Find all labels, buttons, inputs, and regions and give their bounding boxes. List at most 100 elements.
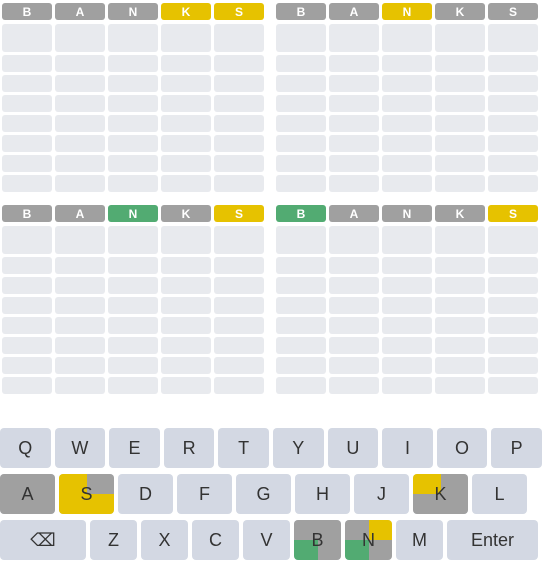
empty-row	[0, 297, 266, 314]
empty-cell	[108, 257, 158, 274]
empty-cell	[2, 175, 52, 192]
empty-cell	[435, 226, 485, 254]
empty-row	[0, 55, 266, 72]
empty-cell	[488, 95, 538, 112]
key-v[interactable]: V	[243, 520, 290, 560]
empty-cell	[435, 175, 485, 192]
empty-cell	[329, 24, 379, 52]
key-label: H	[316, 483, 329, 504]
key-l[interactable]: L	[472, 474, 527, 514]
empty-cell	[161, 357, 211, 374]
key-y[interactable]: Y	[272, 428, 324, 468]
empty-cell	[161, 135, 211, 152]
empty-cell	[435, 377, 485, 394]
guess-tile: A	[329, 205, 379, 222]
empty-cell	[108, 175, 158, 192]
key-r[interactable]: R	[163, 428, 215, 468]
key-b[interactable]: B	[294, 520, 341, 560]
empty-cell	[329, 277, 379, 294]
key-x[interactable]: X	[141, 520, 188, 560]
empty-cell	[329, 226, 379, 254]
key-f[interactable]: F	[177, 474, 232, 514]
empty-cell	[55, 175, 105, 192]
empty-cell	[55, 357, 105, 374]
empty-cell	[435, 55, 485, 72]
backspace-key[interactable]: ⌫	[0, 520, 86, 560]
keyboard: Q W E R T Y U I O P A S D F G H J K L ⌫ Z X C V B N M Enter	[0, 428, 542, 561]
key-t[interactable]: T	[218, 428, 269, 468]
empty-cell	[161, 337, 211, 354]
key-p[interactable]: P	[491, 428, 542, 468]
empty-row	[274, 377, 540, 394]
empty-cell	[2, 75, 52, 92]
key-label: R	[182, 437, 196, 458]
key-g[interactable]: G	[236, 474, 291, 514]
key-s[interactable]: S	[59, 474, 114, 514]
empty-cell	[214, 277, 264, 294]
empty-cell	[435, 297, 485, 314]
empty-cell	[488, 277, 538, 294]
board-2: BANKS	[274, 3, 540, 195]
empty-cell	[214, 226, 264, 254]
key-label: L	[494, 483, 505, 504]
empty-cell	[488, 55, 538, 72]
guess-tile: K	[435, 205, 485, 222]
empty-cell	[214, 155, 264, 172]
empty-cell	[108, 75, 158, 92]
empty-cell	[488, 257, 538, 274]
key-c[interactable]: C	[192, 520, 239, 560]
guess-tile: N	[382, 3, 432, 20]
empty-cell	[2, 55, 52, 72]
key-label: S	[80, 483, 93, 504]
empty-cell	[214, 115, 264, 132]
guess-tile: K	[435, 3, 485, 20]
empty-cell	[488, 337, 538, 354]
empty-row	[0, 115, 266, 132]
empty-cell	[329, 377, 379, 394]
empty-row	[274, 135, 540, 152]
empty-cell	[276, 24, 326, 52]
key-i[interactable]: I	[382, 428, 433, 468]
key-a[interactable]: A	[0, 474, 55, 514]
empty-cell	[214, 55, 264, 72]
key-q[interactable]: Q	[0, 428, 51, 468]
empty-cell	[2, 95, 52, 112]
empty-cell	[55, 297, 105, 314]
key-d[interactable]: D	[118, 474, 173, 514]
empty-cell	[488, 297, 538, 314]
guess-tile: S	[488, 205, 538, 222]
empty-cell	[214, 95, 264, 112]
key-k[interactable]: K	[413, 474, 468, 514]
guess-tile: A	[329, 3, 379, 20]
key-label: J	[377, 483, 386, 504]
guess-tile: B	[2, 205, 52, 222]
guess-tile: K	[161, 3, 211, 20]
empty-cell	[488, 317, 538, 334]
key-o[interactable]: O	[436, 428, 488, 468]
key-e[interactable]: E	[109, 428, 160, 468]
key-label: B	[311, 529, 324, 550]
empty-cell	[276, 257, 326, 274]
backspace-icon: ⌫	[30, 529, 56, 550]
key-h[interactable]: H	[295, 474, 350, 514]
key-m[interactable]: M	[396, 520, 443, 560]
empty-cell	[329, 357, 379, 374]
empty-cell	[329, 135, 379, 152]
empty-cell	[435, 317, 485, 334]
key-w[interactable]: W	[54, 428, 106, 468]
empty-cell	[161, 377, 211, 394]
empty-cell	[382, 95, 432, 112]
empty-cell	[55, 135, 105, 152]
key-u[interactable]: U	[327, 428, 379, 468]
key-z[interactable]: Z	[90, 520, 137, 560]
empty-cell	[435, 155, 485, 172]
key-n[interactable]: N	[345, 520, 392, 560]
empty-cell	[382, 175, 432, 192]
enter-key[interactable]: Enter	[447, 520, 538, 560]
empty-cell	[161, 175, 211, 192]
empty-cell	[214, 257, 264, 274]
key-j[interactable]: J	[354, 474, 409, 514]
guess-row: BANKS	[274, 3, 540, 20]
empty-cell	[2, 377, 52, 394]
empty-cell	[382, 55, 432, 72]
